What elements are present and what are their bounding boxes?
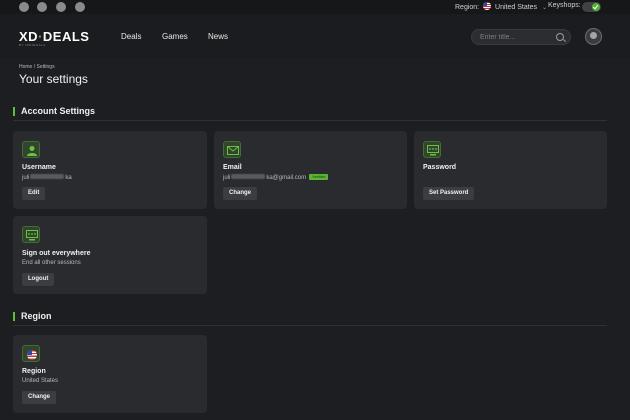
instagram-icon[interactable] [37,2,47,12]
nav-link-news[interactable]: News [208,32,228,41]
keyshops-label: Keyshops: [548,2,581,9]
password-title: Password [423,164,457,171]
search-icon[interactable] [556,33,564,41]
username-value: juli ka [22,174,72,181]
chevron-down-icon: ⌄ [542,5,548,11]
signout-subtitle: End all other sessions [22,260,81,266]
signout-card: Sign out everywhere End all other sessio… [13,216,207,294]
password-icon [423,141,441,158]
region-value: United States [22,378,59,384]
region-title: Region [22,368,46,375]
region-heading: Region [13,312,52,321]
nav-link-games[interactable]: Games [162,32,188,41]
search-box[interactable] [471,29,571,45]
envelope-icon [223,141,241,158]
logo-subtitle: BY INDIEGALA [19,43,46,47]
redacted-text [30,174,65,179]
account-settings-heading: Account Settings [13,107,95,116]
facebook-icon[interactable] [19,2,29,12]
flag-graphic [27,350,37,360]
signout-title: Sign out everywhere [22,250,91,257]
breadcrumb-current: Settings [36,64,55,70]
username-card: Username juli ka Edit [13,131,207,209]
set-password-button[interactable]: Set Password [423,187,475,200]
username-title: Username [22,164,56,171]
logout-button[interactable]: Logout [22,273,55,286]
breadcrumb-home[interactable]: Home [19,64,32,70]
verified-badge: Verified [309,174,329,180]
region-selector[interactable]: Region: United States ⌄ [455,2,547,11]
page-title: Your settings [19,72,88,86]
change-email-button[interactable]: Change [223,187,258,200]
edit-username-button[interactable]: Edit [22,187,46,200]
main-navbar: XD·DEALS BY INDIEGALA Deals Games News [0,14,630,58]
email-title: Email [223,164,242,171]
nav-link-deals[interactable]: Deals [121,32,141,41]
avatar[interactable] [585,28,602,45]
discord-icon[interactable] [75,2,85,12]
youtube-icon[interactable] [56,2,66,12]
xd-deals-logo[interactable]: XD·DEALS BY INDIEGALA [19,29,89,47]
us-flag-icon [483,2,492,10]
section-divider [13,325,607,326]
region-card: Region United States Change [13,335,207,413]
email-card: Email juli ka@gmail.com Verified Change [214,131,407,209]
change-region-button[interactable]: Change [22,391,57,404]
region-label: Region: [455,4,480,11]
section-divider [13,120,607,121]
breadcrumb: Home / Settings [19,64,55,70]
search-input[interactable] [480,32,550,42]
user-icon [22,141,40,158]
keyshops-toggle[interactable] [582,2,601,12]
redacted-text [231,174,266,179]
region-value: United States [495,4,538,11]
check-icon [592,3,600,11]
email-value: juli ka@gmail.com Verified [223,174,329,181]
us-flag-icon [22,345,40,362]
password-card: Password Set Password [414,131,607,209]
top-bar: Region: United States ⌄ Keyshops: [0,0,630,14]
devices-icon [22,226,40,243]
